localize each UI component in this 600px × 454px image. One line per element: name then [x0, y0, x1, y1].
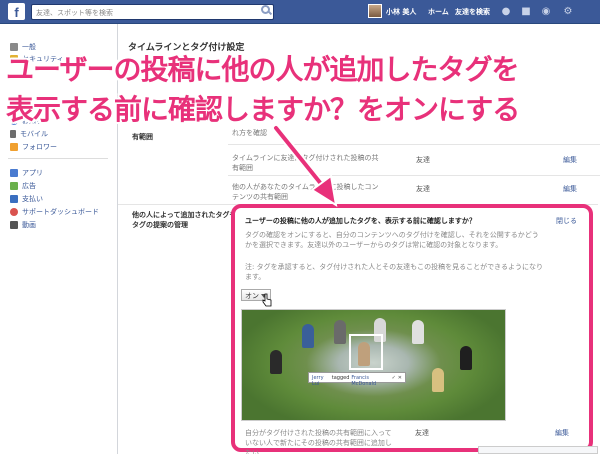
close-link[interactable]: 閉じる	[556, 216, 577, 226]
row-desc-review: れ方を確認	[232, 129, 267, 137]
sidebar-divider	[8, 158, 108, 159]
sidebar-item-apps[interactable]: アプリ	[10, 168, 43, 178]
sidebar-item-ads[interactable]: 広告	[10, 181, 36, 191]
person	[432, 368, 444, 392]
sidebar-item-payments[interactable]: 支払い	[10, 194, 43, 204]
banner-line-1: ユーザーの投稿に他の人が追加したタグを	[6, 53, 519, 86]
tag-target[interactable]: Francis McDonald	[351, 375, 389, 387]
chat-bar[interactable]	[478, 446, 598, 454]
support-icon	[10, 208, 18, 216]
search-icon[interactable]	[261, 5, 270, 14]
top-bar: f 友達、スポット等を検索 小林 美人 ホーム 友達を検索 ● ■ ◉ ⚙	[0, 0, 600, 24]
section-label-audience: 有範囲	[132, 133, 153, 141]
close-icon[interactable]: ✕	[398, 375, 402, 381]
audience-desc: 自分がタグ付けされた投稿の共有範囲に入っていない人で新たにその投稿の共有範囲に追…	[245, 429, 392, 454]
row-desc-others-posts: 他の人があなたのタイムラインに投稿したコンテンツの共有範囲	[232, 183, 379, 201]
divider	[228, 144, 600, 145]
row-desc-tagged-posts: タイムラインに友達がタグ付けされた投稿の共有範囲	[232, 154, 379, 172]
avatar[interactable]	[368, 4, 382, 18]
tag-review-question: ユーザーの投稿に他の人が追加したタグを、表示する前に確認しますか？	[245, 217, 476, 225]
sidebar-item-followers[interactable]: フォロワー	[10, 142, 57, 152]
edit-link-tagged-posts[interactable]: 編集	[563, 155, 577, 165]
toggle-value: オン	[245, 292, 259, 300]
person	[412, 320, 424, 344]
tag-review-panel: ユーザーの投稿に他の人が追加したタグを、表示する前に確認しますか？ 閉じる タグ…	[231, 204, 593, 454]
sidebar-item-videos[interactable]: 動画	[10, 220, 36, 230]
notifications-icon[interactable]: ◉	[540, 6, 552, 17]
tag-action: tagged	[331, 375, 350, 381]
tag-user[interactable]: Jerry Lui	[312, 375, 330, 387]
section-label-tag-review: 他の人によって追加されたタグやタグの提案の管理	[132, 211, 237, 229]
rss-icon	[10, 143, 18, 151]
hand-cursor-icon	[262, 293, 272, 307]
messages-icon[interactable]: ■	[520, 6, 532, 17]
person	[302, 324, 314, 348]
tag-confirm-bar[interactable]: Jerry Lui tagged Francis McDonald ✓ ✕	[308, 372, 406, 387]
tag-frame[interactable]	[349, 334, 383, 370]
person	[460, 346, 472, 370]
friends-icon[interactable]: ●	[500, 6, 512, 17]
sidebar-item-support[interactable]: サポートダッシュボード	[10, 207, 99, 217]
facebook-logo[interactable]: f	[8, 3, 25, 20]
apps-icon	[10, 169, 18, 177]
row-value-others-posts: 友達	[416, 185, 430, 193]
person	[334, 320, 346, 344]
tagged-photo: Jerry Lui tagged Francis McDonald ✓ ✕	[241, 309, 506, 421]
find-friends-link[interactable]: 友達を検索	[455, 7, 490, 17]
edit-link-others-posts[interactable]: 編集	[563, 184, 577, 194]
video-icon	[10, 221, 18, 229]
home-link[interactable]: ホーム	[428, 7, 449, 17]
search-input[interactable]: 友達、スポット等を検索	[31, 4, 274, 20]
tag-review-description: タグの確認をオンにすると、自分のコンテンツへのタグ付けを確認し、それを公開するか…	[245, 231, 539, 249]
profile-link[interactable]: 小林 美人	[386, 7, 416, 17]
audience-edit-link[interactable]: 編集	[555, 428, 569, 438]
banner-line-2: 表示する前に確認しますか？をオンにする	[6, 93, 520, 126]
tag-review-note: 注: タグを承認すると、タグ付けされた人とその友達もこの投稿を見ることができるよ…	[245, 263, 543, 281]
payment-icon	[10, 195, 18, 203]
divider	[228, 175, 600, 176]
ads-icon	[10, 182, 18, 190]
settings-icon[interactable]: ⚙	[562, 6, 574, 17]
audience-value: 友達	[415, 429, 429, 437]
mobile-icon	[10, 130, 16, 138]
person	[270, 350, 282, 374]
check-icon[interactable]: ✓	[392, 375, 396, 381]
sidebar-item-mobile[interactable]: モバイル	[10, 129, 48, 139]
row-value-tagged-posts: 友達	[416, 156, 430, 164]
